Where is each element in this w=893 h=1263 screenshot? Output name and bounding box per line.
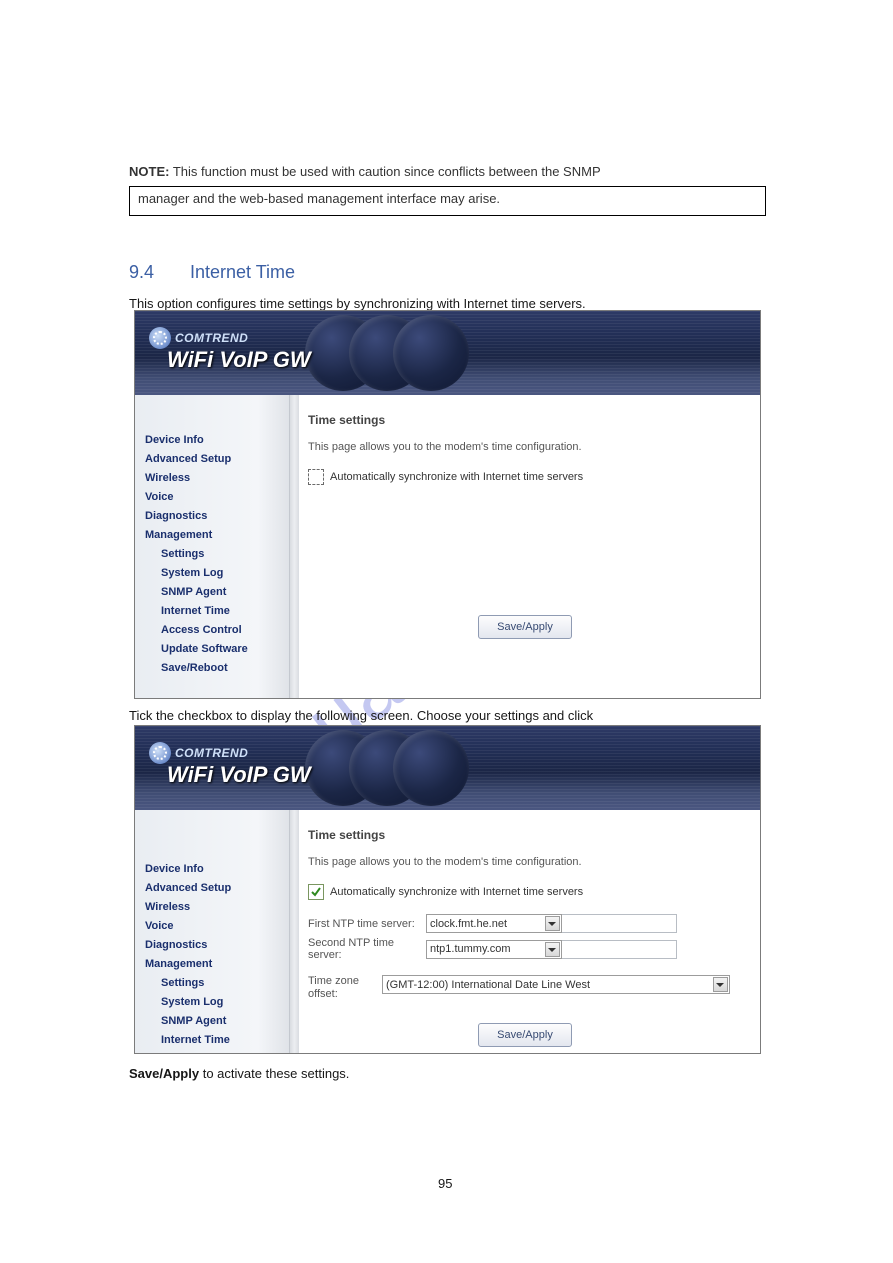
note-box: manager and the web-based management int… bbox=[129, 186, 766, 216]
nav-system-log[interactable]: System Log bbox=[145, 993, 289, 1012]
ntp2-input[interactable] bbox=[561, 940, 677, 959]
nav-management[interactable]: Management bbox=[145, 526, 289, 545]
ntp2-select[interactable]: ntp1.tummy.com bbox=[426, 940, 562, 959]
nav-snmp-agent[interactable]: SNMP Agent bbox=[145, 583, 289, 602]
timezone-label: Time zone offset: bbox=[308, 975, 382, 1001]
note-text-2: manager and the web-based management int… bbox=[130, 187, 765, 210]
content-heading: Time settings bbox=[308, 828, 742, 842]
ntp2-label: Second NTP time server: bbox=[308, 937, 426, 961]
section-number: 9.4 bbox=[129, 262, 154, 283]
banner: COMTREND WiFi VoIP GW bbox=[135, 311, 760, 395]
sidebar: Device Info Advanced Setup Wireless Voic… bbox=[135, 395, 290, 698]
save-apply-button[interactable]: Save/Apply bbox=[478, 615, 572, 639]
nav-access-control[interactable]: Access Control bbox=[145, 621, 289, 640]
nav-diagnostics[interactable]: Diagnostics bbox=[145, 507, 289, 526]
section-title: Internet Time bbox=[190, 262, 295, 283]
section-intro: This option configures time settings by … bbox=[129, 296, 586, 311]
nav-advanced-setup[interactable]: Advanced Setup bbox=[145, 879, 289, 898]
tick-instruction-2-rest: to activate these settings. bbox=[203, 1066, 350, 1081]
nav-access-control[interactable]: Access Control bbox=[145, 1050, 289, 1054]
note-text-1: This function must be used with caution … bbox=[173, 164, 601, 179]
note-label: NOTE: bbox=[129, 164, 169, 179]
nav-update-software[interactable]: Update Software bbox=[145, 640, 289, 659]
banner: COMTREND WiFi VoIP GW bbox=[135, 726, 760, 810]
brand-product: WiFi VoIP GW bbox=[167, 762, 311, 788]
nav-diagnostics[interactable]: Diagnostics bbox=[145, 936, 289, 955]
nav-save-reboot[interactable]: Save/Reboot bbox=[145, 659, 289, 678]
content-desc: This page allows you to the modem's time… bbox=[308, 856, 742, 868]
tick-instruction-2-bold: Save/Apply bbox=[129, 1066, 199, 1081]
screenshot-panel-1: COMTREND WiFi VoIP GW Device Info Advanc… bbox=[134, 310, 761, 699]
nav-settings[interactable]: Settings bbox=[145, 545, 289, 564]
sidebar: Device Info Advanced Setup Wireless Voic… bbox=[135, 810, 290, 1053]
content-desc: This page allows you to the modem's time… bbox=[308, 441, 742, 453]
content-area: Time settings This page allows you to th… bbox=[290, 810, 760, 1053]
page-number: 95 bbox=[438, 1176, 452, 1191]
screenshot-panel-2: COMTREND WiFi VoIP GW Device Info Advanc… bbox=[134, 725, 761, 1054]
nav-device-info[interactable]: Device Info bbox=[145, 431, 289, 450]
nav-internet-time[interactable]: Internet Time bbox=[145, 602, 289, 621]
nav-wireless[interactable]: Wireless bbox=[145, 898, 289, 917]
autosync-label: Automatically synchronize with Internet … bbox=[330, 471, 583, 483]
ntp1-label: First NTP time server: bbox=[308, 918, 426, 930]
brand-company: COMTREND bbox=[175, 331, 248, 345]
brand-product: WiFi VoIP GW bbox=[167, 347, 311, 373]
nav-internet-time[interactable]: Internet Time bbox=[145, 1031, 289, 1050]
autosync-checkbox[interactable] bbox=[308, 469, 324, 485]
nav-management[interactable]: Management bbox=[145, 955, 289, 974]
nav-voice[interactable]: Voice bbox=[145, 917, 289, 936]
autosync-label: Automatically synchronize with Internet … bbox=[330, 886, 583, 898]
save-apply-button[interactable]: Save/Apply bbox=[478, 1023, 572, 1047]
nav-wireless[interactable]: Wireless bbox=[145, 469, 289, 488]
ntp1-input[interactable] bbox=[561, 914, 677, 933]
nav-system-log[interactable]: System Log bbox=[145, 564, 289, 583]
content-heading: Time settings bbox=[308, 413, 742, 427]
ntp1-select[interactable]: clock.fmt.he.net bbox=[426, 914, 562, 933]
nav-snmp-agent[interactable]: SNMP Agent bbox=[145, 1012, 289, 1031]
logo-icon bbox=[149, 327, 171, 349]
tick-instruction-1: Tick the checkbox to display the followi… bbox=[129, 708, 593, 723]
nav-advanced-setup[interactable]: Advanced Setup bbox=[145, 450, 289, 469]
content-area: Time settings This page allows you to th… bbox=[290, 395, 760, 698]
brand-company: COMTREND bbox=[175, 746, 248, 760]
autosync-checkbox[interactable] bbox=[308, 884, 324, 900]
nav-device-info[interactable]: Device Info bbox=[145, 860, 289, 879]
nav-voice[interactable]: Voice bbox=[145, 488, 289, 507]
logo-icon bbox=[149, 742, 171, 764]
nav-settings[interactable]: Settings bbox=[145, 974, 289, 993]
timezone-select[interactable]: (GMT-12:00) International Date Line West bbox=[382, 975, 730, 994]
